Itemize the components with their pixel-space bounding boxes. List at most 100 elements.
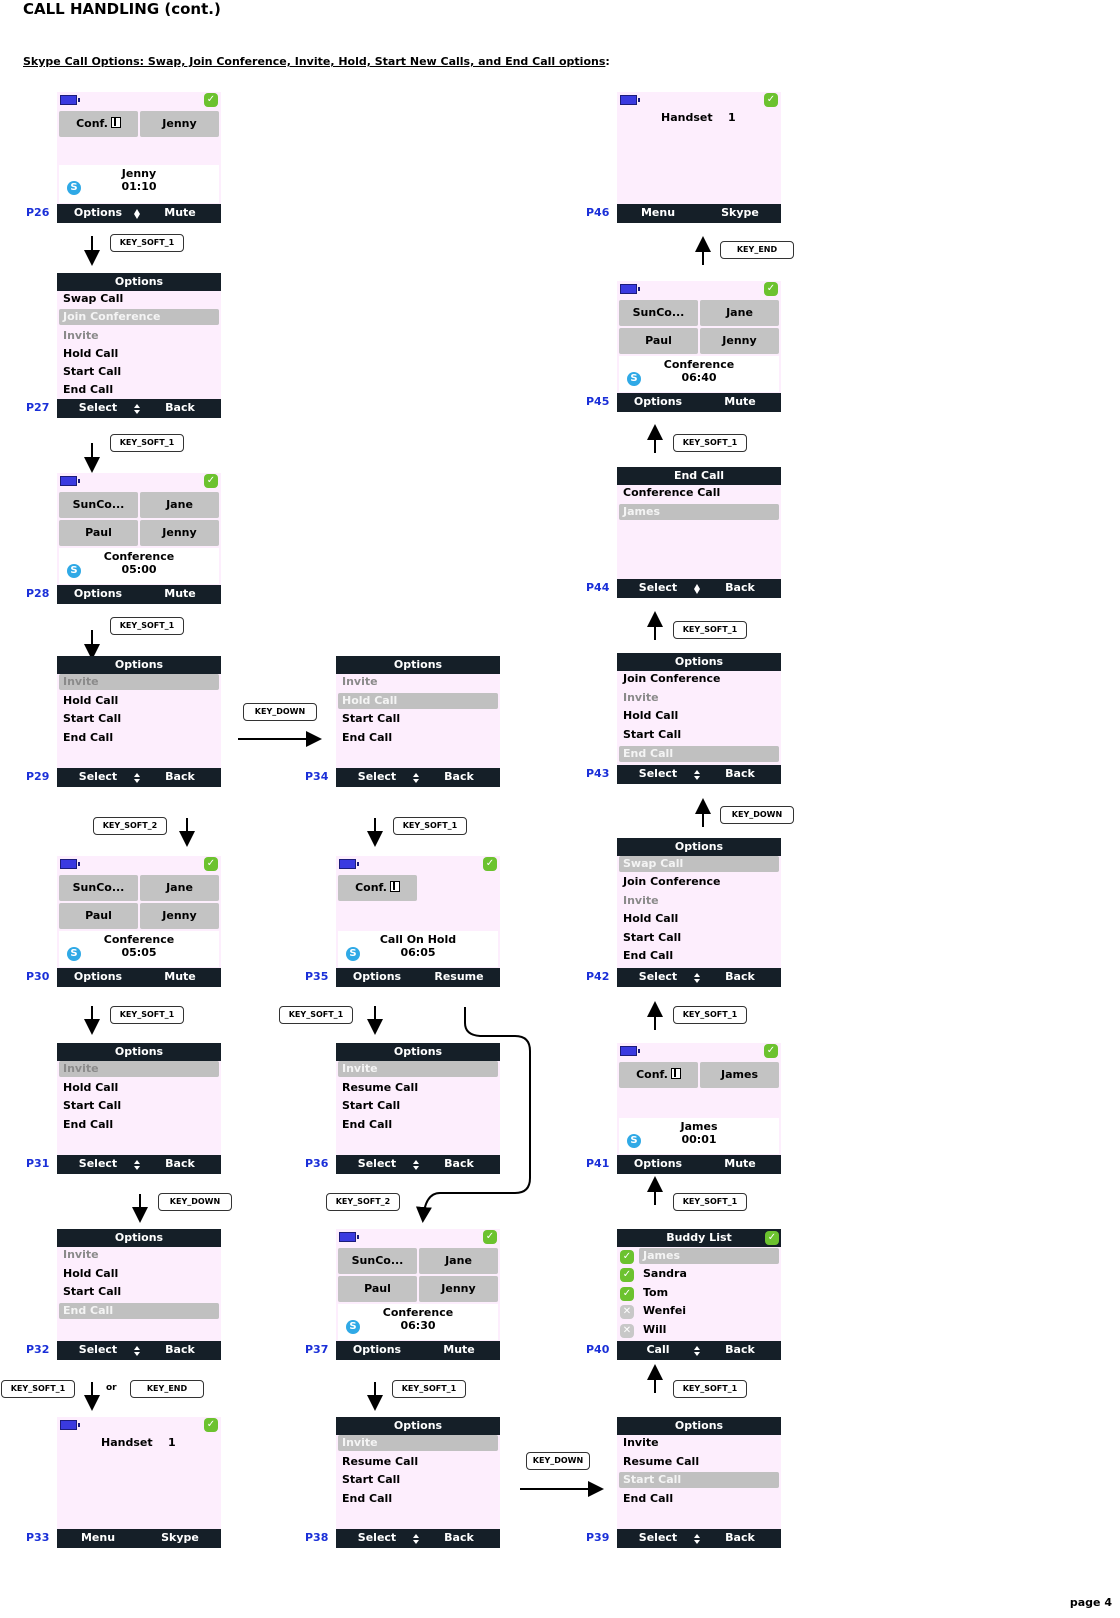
menu-item[interactable]: Start Call bbox=[619, 930, 779, 946]
menu-item[interactable]: End Call bbox=[338, 1491, 498, 1507]
menu-item[interactable]: Invite bbox=[619, 1435, 779, 1451]
softkey-left[interactable]: Select bbox=[57, 1157, 139, 1170]
softkey-right[interactable]: Back bbox=[139, 1157, 221, 1170]
call-tile[interactable]: Jenny bbox=[140, 903, 219, 929]
call-tile[interactable]: Jenny bbox=[700, 328, 779, 354]
softkey-right[interactable]: Back bbox=[139, 770, 221, 783]
menu-item[interactable]: Hold Call bbox=[619, 708, 779, 724]
call-tile[interactable]: Jenny bbox=[140, 111, 219, 137]
softkey-right[interactable]: Mute bbox=[139, 587, 221, 600]
menu-item[interactable]: Hold Call bbox=[59, 693, 219, 709]
softkey-left[interactable]: Options bbox=[336, 970, 418, 983]
softkey-right[interactable]: Skype bbox=[699, 206, 781, 219]
menu-item-selected[interactable]: End Call bbox=[59, 1303, 219, 1319]
softkey-right[interactable]: Mute bbox=[699, 1157, 781, 1170]
menu-item-selected[interactable]: Hold Call bbox=[338, 693, 498, 709]
softkey-right[interactable]: Resume bbox=[418, 970, 500, 983]
softkey-left[interactable]: Select bbox=[617, 970, 699, 983]
softkey-left[interactable]: Options bbox=[57, 970, 139, 983]
softkey-left[interactable]: Call bbox=[617, 1343, 699, 1356]
menu-item[interactable]: Hold Call bbox=[59, 1266, 219, 1282]
softkey-right[interactable]: Back bbox=[699, 1531, 781, 1544]
call-tile[interactable]: Conf. bbox=[619, 1062, 698, 1088]
call-tile[interactable]: Jane bbox=[700, 300, 779, 326]
buddy-item[interactable]: Tom bbox=[639, 1285, 779, 1301]
call-tile[interactable]: Jane bbox=[140, 492, 219, 518]
call-tile[interactable]: Paul bbox=[59, 520, 138, 546]
softkey-right[interactable]: Back bbox=[418, 1531, 500, 1544]
softkey-right[interactable]: Back bbox=[139, 1343, 221, 1356]
softkey-right[interactable]: Back bbox=[418, 1157, 500, 1170]
call-tile[interactable]: Jane bbox=[419, 1248, 498, 1274]
softkey-left[interactable]: Select bbox=[617, 581, 699, 594]
menu-item[interactable]: End Call bbox=[619, 1491, 779, 1507]
call-tile[interactable]: SunCo... bbox=[619, 300, 698, 326]
menu-item[interactable]: Start Call bbox=[619, 727, 779, 743]
call-tile[interactable]: Paul bbox=[338, 1276, 417, 1302]
menu-item[interactable]: End Call bbox=[338, 730, 498, 746]
menu-item[interactable]: Start Call bbox=[59, 364, 219, 380]
menu-item[interactable]: Start Call bbox=[338, 1098, 498, 1114]
softkey-left[interactable]: Options bbox=[336, 1343, 418, 1356]
menu-item[interactable]: End Call bbox=[619, 948, 779, 964]
call-tile[interactable]: Conf. bbox=[59, 111, 138, 137]
menu-item[interactable]: Start Call bbox=[59, 1284, 219, 1300]
buddy-item[interactable]: Wenfei bbox=[639, 1303, 779, 1319]
menu-item[interactable]: Join Conference bbox=[619, 874, 779, 890]
softkey-left[interactable]: Select bbox=[57, 1343, 139, 1356]
softkey-right[interactable]: Back bbox=[418, 770, 500, 783]
softkey-left[interactable]: Select bbox=[57, 770, 139, 783]
buddy-item[interactable]: Sandra bbox=[639, 1266, 779, 1282]
menu-item[interactable]: Resume Call bbox=[338, 1080, 498, 1096]
menu-item-selected[interactable]: Invite bbox=[338, 1435, 498, 1451]
softkey-right[interactable]: Back bbox=[139, 401, 221, 414]
call-tile[interactable]: SunCo... bbox=[59, 875, 138, 901]
call-tile[interactable]: Conf. bbox=[338, 875, 417, 901]
call-tile[interactable]: Jane bbox=[140, 875, 219, 901]
call-tile[interactable]: Paul bbox=[619, 328, 698, 354]
softkey-left[interactable]: Options bbox=[57, 206, 139, 219]
softkey-left[interactable]: Select bbox=[336, 770, 418, 783]
softkey-left[interactable]: Select bbox=[336, 1157, 418, 1170]
menu-item[interactable]: Swap Call bbox=[59, 291, 219, 307]
softkey-right[interactable]: Back bbox=[699, 581, 781, 594]
softkey-left[interactable]: Options bbox=[617, 1157, 699, 1170]
menu-item[interactable]: Conference Call bbox=[619, 485, 779, 501]
call-tile[interactable]: James bbox=[700, 1062, 779, 1088]
menu-item[interactable]: Resume Call bbox=[619, 1454, 779, 1470]
softkey-left[interactable]: Options bbox=[617, 395, 699, 408]
softkey-right[interactable]: Mute bbox=[699, 395, 781, 408]
softkey-right[interactable]: Mute bbox=[418, 1343, 500, 1356]
buddy-item[interactable]: Will bbox=[639, 1322, 779, 1338]
menu-item[interactable]: End Call bbox=[59, 730, 219, 746]
softkey-left[interactable]: Select bbox=[57, 401, 139, 414]
menu-item-selected[interactable]: Swap Call bbox=[619, 856, 779, 872]
softkey-left[interactable]: Options bbox=[57, 587, 139, 600]
buddy-item-selected[interactable]: James bbox=[639, 1248, 779, 1264]
menu-item-selected[interactable]: Join Conference bbox=[59, 309, 219, 325]
call-tile[interactable]: Jenny bbox=[140, 520, 219, 546]
menu-item[interactable]: Hold Call bbox=[59, 346, 219, 362]
menu-item[interactable]: Hold Call bbox=[619, 911, 779, 927]
softkey-left[interactable]: Select bbox=[617, 1531, 699, 1544]
menu-item-selected[interactable]: Invite bbox=[338, 1061, 498, 1077]
menu-item[interactable]: Start Call bbox=[338, 1472, 498, 1488]
call-tile[interactable]: Jenny bbox=[419, 1276, 498, 1302]
menu-item[interactable]: End Call bbox=[338, 1117, 498, 1133]
menu-item[interactable]: Join Conference bbox=[619, 671, 779, 687]
menu-item-selected[interactable]: James bbox=[619, 504, 779, 520]
menu-item[interactable]: Start Call bbox=[59, 711, 219, 727]
menu-item-selected[interactable]: Start Call bbox=[619, 1472, 779, 1488]
softkey-right[interactable]: Mute bbox=[139, 970, 221, 983]
softkey-right[interactable]: Mute bbox=[139, 206, 221, 219]
softkey-left[interactable]: Menu bbox=[617, 206, 699, 219]
softkey-right[interactable]: Back bbox=[699, 970, 781, 983]
softkey-left[interactable]: Select bbox=[336, 1531, 418, 1544]
call-tile[interactable]: SunCo... bbox=[338, 1248, 417, 1274]
softkey-right[interactable]: Skype bbox=[139, 1531, 221, 1544]
call-tile[interactable]: Paul bbox=[59, 903, 138, 929]
menu-item[interactable]: Start Call bbox=[338, 711, 498, 727]
menu-item[interactable]: End Call bbox=[59, 1117, 219, 1133]
softkey-left[interactable]: Menu bbox=[57, 1531, 139, 1544]
menu-item[interactable]: Hold Call bbox=[59, 1080, 219, 1096]
